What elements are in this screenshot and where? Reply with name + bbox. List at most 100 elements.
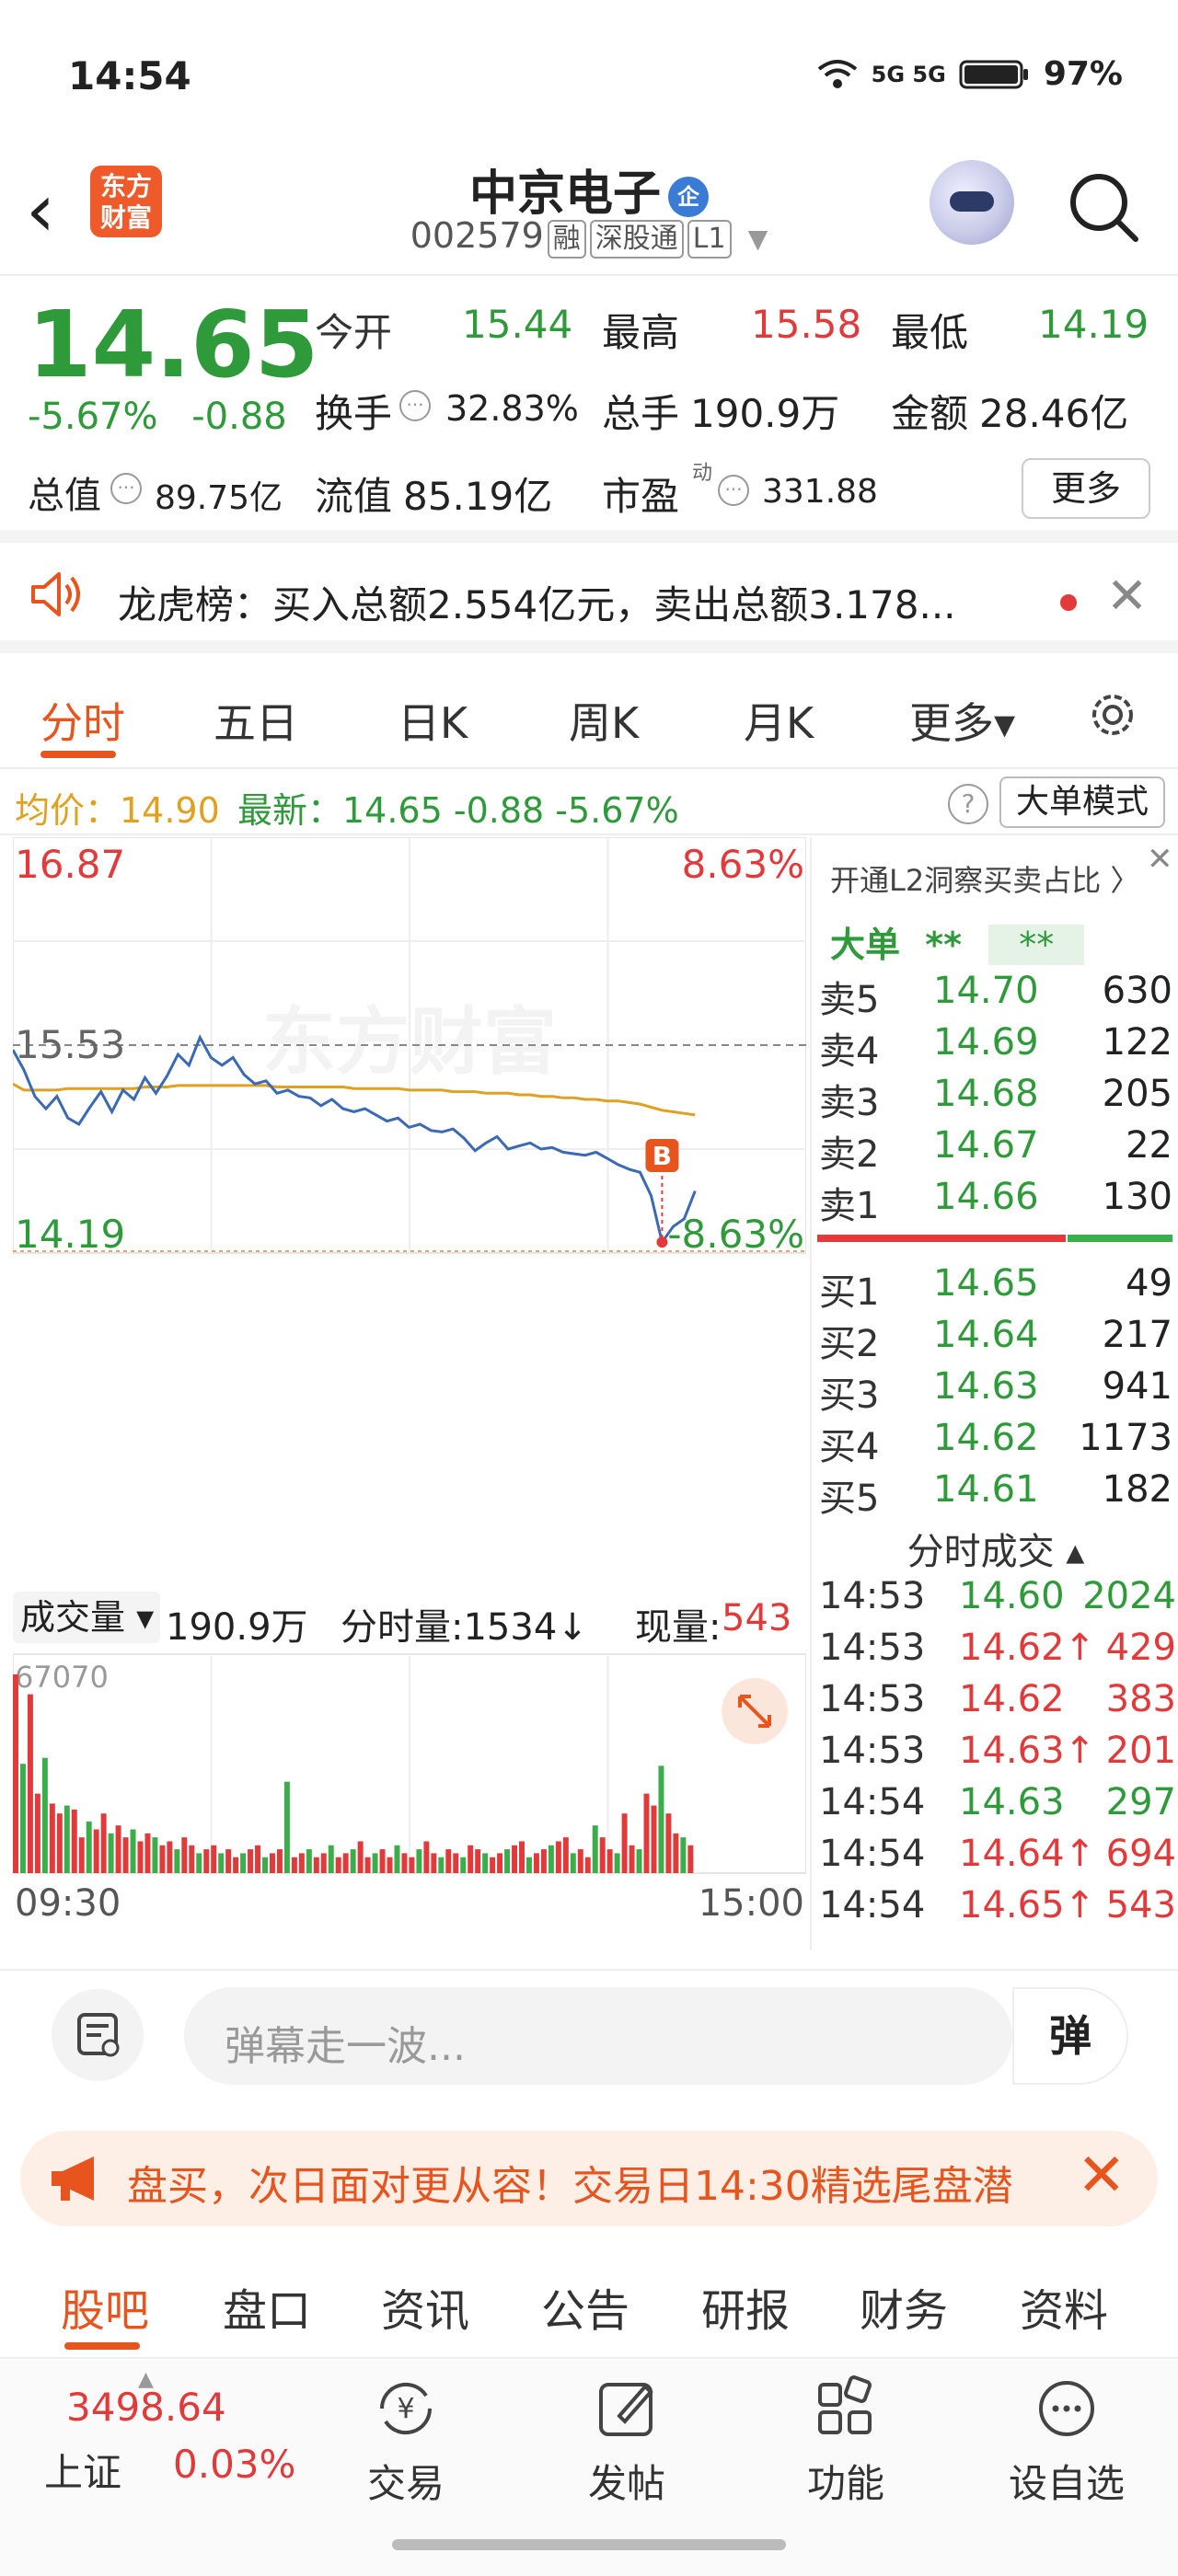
- volume-bar: [387, 1857, 393, 1873]
- tab-profile[interactable]: 资料: [1020, 2274, 1108, 2339]
- tab-news[interactable]: 资讯: [381, 2274, 469, 2339]
- index-value[interactable]: 3498.64: [66, 2385, 226, 2430]
- index-change[interactable]: 0.03%: [173, 2442, 295, 2487]
- change-value: -0.88: [191, 396, 287, 438]
- quote-panel: 14.65 -5.67% -0.88 今开 15.44 最高 15.58 最低 …: [0, 276, 1178, 543]
- tab-research[interactable]: 研报: [701, 2274, 790, 2339]
- volume-bar: [152, 1837, 158, 1873]
- tab-more[interactable]: 更多▾: [909, 690, 1015, 751]
- intraday-chart[interactable]: 东方财富 B 16.87 8.63% 15.53 14.19 -8.63% 67070 09:3…: [11, 836, 807, 1925]
- tag-connect: 深股通: [589, 220, 684, 259]
- tab-monthly-k[interactable]: 月K: [744, 690, 814, 751]
- tab-intraday[interactable]: 分时: [40, 690, 125, 751]
- close-icon[interactable]: ✕: [1106, 567, 1148, 625]
- nav-functions[interactable]: 功能: [777, 2374, 915, 2509]
- volume-bar: [49, 1803, 55, 1873]
- volume-bar: [196, 1853, 202, 1873]
- tab-financials[interactable]: 财务: [860, 2274, 948, 2339]
- danmaku-input[interactable]: 弹幕走一波...: [184, 1987, 1012, 2085]
- megaphone-icon: [52, 2156, 94, 2201]
- big-order-mode-button[interactable]: 大单模式: [999, 776, 1165, 828]
- close-icon[interactable]: ✕: [1147, 841, 1173, 878]
- volume-bar: [431, 1853, 437, 1873]
- volume-bar: [306, 1849, 312, 1873]
- index-name[interactable]: 上证: [44, 2442, 121, 2498]
- volume-bar: [64, 1805, 70, 1873]
- bottom-nav: ▲ 3498.64 上证 0.03% ¥ 交易 发帖 功能 设自选: [0, 2361, 1178, 2576]
- nav-trade[interactable]: ¥ 交易: [337, 2374, 475, 2509]
- sell-level-vol: 22: [1126, 1124, 1172, 1167]
- buy-level-name: 买5: [819, 1478, 880, 1520]
- tab-announcements[interactable]: 公告: [541, 2274, 629, 2339]
- robot-avatar[interactable]: [930, 160, 1014, 245]
- sell-level-price: 14.68: [933, 1073, 1039, 1115]
- danmaku-placeholder: 弹幕走一波...: [225, 2023, 466, 2070]
- volume-bar: [122, 1837, 129, 1873]
- info-dots-icon[interactable]: ···: [718, 475, 749, 506]
- watermark: 东方财富: [262, 999, 557, 1085]
- price-axis-top: 16.87: [15, 842, 125, 887]
- volume-bar: [328, 1845, 334, 1873]
- nav-watchlist[interactable]: 设自选: [998, 2374, 1136, 2509]
- volume-bar: [372, 1853, 378, 1873]
- sell-level-vol: 130: [1102, 1176, 1172, 1218]
- tick-trades-title[interactable]: 分时成交 ▴: [812, 1522, 1178, 1575]
- gear-icon[interactable]: [1084, 686, 1141, 743]
- volume-bar: [159, 1845, 166, 1873]
- tick-row: 14:53 14.60 2024: [819, 1575, 1176, 1628]
- danmaku-toggle-button[interactable]: 弹: [1012, 1987, 1128, 2085]
- volume-bar: [283, 1781, 290, 1873]
- post-list-icon[interactable]: [52, 1989, 144, 2081]
- volume-bar: [438, 1857, 445, 1873]
- nav-post[interactable]: 发帖: [558, 2374, 696, 2509]
- volume-bar: [592, 1825, 598, 1873]
- open-value: 15.44: [462, 302, 573, 347]
- tick-row-price: 14.62: [959, 1678, 1065, 1720]
- buy-level-price: 14.65: [933, 1262, 1039, 1305]
- tick-row-time: 14:54: [819, 1884, 926, 1926]
- more-button[interactable]: 更多: [1022, 458, 1150, 519]
- buy-level: 买1 14.65 49: [819, 1262, 1172, 1314]
- l2-upsell-link[interactable]: 开通L2洞察买卖占比 〉: [830, 857, 1139, 900]
- volume-bar: [636, 1849, 642, 1873]
- volume-bar: [606, 1849, 613, 1873]
- buy-level: 买2 14.64 217: [819, 1314, 1172, 1365]
- caret-down-icon[interactable]: ▼: [748, 224, 768, 254]
- volume-total: 190.9万: [166, 1606, 308, 1649]
- volume-bar: [144, 1833, 151, 1873]
- volume-bar: [181, 1837, 188, 1873]
- search-icon[interactable]: [1064, 167, 1141, 245]
- close-icon[interactable]: ✕: [1077, 2142, 1126, 2210]
- volume-bar: [577, 1849, 583, 1873]
- tick-row-price: 14.60: [959, 1575, 1065, 1617]
- big-order-row: 大单 ** **: [830, 916, 1085, 967]
- info-dots-icon[interactable]: ···: [110, 473, 142, 504]
- chart-tabs: 分时 五日 日K 周K 月K 更多▾: [0, 662, 1178, 769]
- sell-level-name: 卖1: [819, 1185, 880, 1227]
- tick-row-vol: 2024: [1082, 1575, 1176, 1617]
- tab-daily-k[interactable]: 日K: [398, 690, 468, 751]
- help-icon[interactable]: ?: [948, 784, 988, 824]
- battery-percent: 97%: [1043, 55, 1123, 93]
- tab-forum[interactable]: 股吧: [61, 2274, 149, 2339]
- sell-level-name: 卖3: [819, 1082, 880, 1124]
- tick-row-time: 14:53: [819, 1730, 926, 1772]
- volume-bar: [71, 1809, 77, 1873]
- info-dots-icon[interactable]: ···: [399, 390, 431, 421]
- buy-level-vol: 49: [1126, 1262, 1172, 1305]
- tab-order-book[interactable]: 盘口: [223, 2274, 311, 2339]
- volume-bar: [643, 1793, 650, 1873]
- sell-level-price: 14.70: [933, 970, 1039, 1012]
- volume-bar: [533, 1853, 539, 1873]
- promo-banner[interactable]: 盘买，次日面对更从容！交易日14:30精选尾盘潜 ✕: [20, 2131, 1158, 2226]
- volume-bar: [93, 1829, 99, 1873]
- volume-dropdown[interactable]: 成交量 ▾: [13, 1592, 160, 1643]
- tab-weekly-k[interactable]: 周K: [569, 690, 639, 751]
- volume-bar: [394, 1845, 400, 1873]
- volume-bar: [409, 1857, 415, 1873]
- dragon-tiger-notice[interactable]: 龙虎榜：买入总额2.554亿元，卖出总额3.178... ✕: [0, 543, 1178, 653]
- volume-bar: [130, 1829, 136, 1873]
- volume-bar: [357, 1841, 364, 1873]
- volume-bar: [225, 1849, 232, 1873]
- tab-five-day[interactable]: 五日: [214, 690, 298, 751]
